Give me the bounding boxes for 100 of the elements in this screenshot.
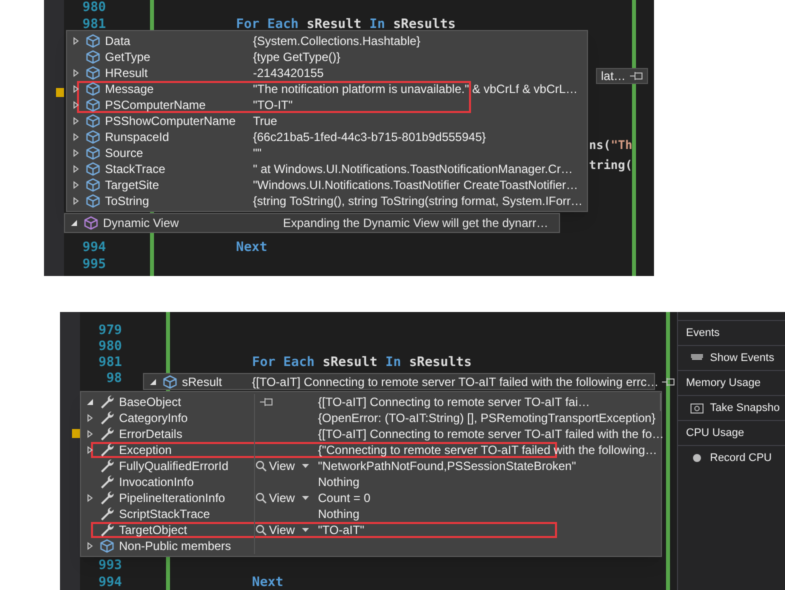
property-name: Non-Public members — [119, 538, 232, 555]
wrench-icon — [99, 442, 115, 458]
property-name: FullyQualifiedErrorId — [119, 458, 230, 475]
cube-icon — [85, 49, 101, 65]
property-value: {OpenError: (TO-aIT:String) [], PSRemotingTransportException} — [318, 410, 656, 427]
property-name: Source — [105, 145, 144, 162]
property-value: " at Windows.UI.Notifications.ToastNotificationManager.Cr… — [253, 161, 573, 178]
property-value: {[TO-aIT] Connecting to remote server TO-aIT failed with the fo… — [318, 426, 664, 443]
cube-icon — [85, 145, 101, 161]
expand-arrow-icon[interactable] — [85, 429, 95, 439]
line-number: 980 — [98, 338, 122, 356]
line-number: 981 — [98, 354, 122, 372]
expand-arrow-icon[interactable] — [85, 541, 95, 551]
line-number: 98 — [105, 370, 122, 388]
wrench-icon — [99, 426, 115, 442]
wrench-icon — [99, 490, 115, 506]
wrench-icon — [99, 522, 115, 538]
caret-icon — [300, 494, 310, 502]
expand-arrow-icon[interactable] — [71, 180, 81, 190]
code-keyword: For Each — [236, 16, 299, 34]
expand-arrow-icon[interactable] — [71, 116, 81, 126]
property-name: StackTrace — [105, 161, 166, 178]
collapse-arrow-icon[interactable] — [69, 218, 79, 228]
pin-icon — [628, 71, 643, 81]
wrench-icon — [99, 394, 115, 410]
caret-icon — [300, 462, 310, 470]
property-value: "NetworkPathNotFound,PSSessionStateBroken" — [318, 458, 576, 475]
magnifier-icon — [255, 524, 267, 536]
section-header: Memory Usage — [678, 370, 785, 395]
expand-arrow-icon[interactable] — [71, 196, 81, 206]
property-name: Exception — [119, 442, 173, 459]
property-name: RunspaceId — [105, 129, 170, 146]
cube-icon — [85, 161, 101, 177]
expand-arrow-icon[interactable] — [71, 148, 81, 158]
cube-icon — [85, 177, 101, 193]
property-value: "The notification platform is unavailable." & vbCrLf & vbCrL… — [253, 81, 578, 98]
code-text: sResults — [393, 16, 456, 34]
expand-arrow-icon[interactable] — [71, 164, 81, 174]
collapse-arrow-icon[interactable] — [85, 397, 95, 407]
section-header: Events — [678, 320, 785, 345]
property-name: ScriptStackTrace — [119, 506, 211, 523]
property-name: ToString — [105, 193, 150, 210]
property-value: True — [253, 113, 278, 130]
cube-icon — [85, 129, 101, 145]
expand-arrow-icon[interactable] — [85, 493, 95, 503]
collapse-arrow-icon[interactable] — [148, 376, 158, 386]
property-name: GetType — [105, 49, 152, 66]
expand-arrow-icon[interactable] — [71, 36, 81, 46]
property-name: HResult — [105, 65, 149, 82]
value-field[interactable]: {[TO-aIT] Connecting to remote server TO-aIT fai… — [318, 393, 661, 411]
property-value: "TO-IT" — [253, 97, 293, 114]
line-number: 979 — [98, 322, 122, 340]
line-number: 981 — [82, 16, 106, 34]
code-text: sResult — [322, 354, 378, 372]
wrench-icon — [99, 474, 115, 490]
expand-arrow-icon[interactable] — [71, 68, 81, 78]
line-number: 994 — [82, 238, 106, 257]
code-text: "Th — [610, 137, 632, 154]
expand-arrow-icon[interactable] — [71, 132, 81, 142]
action-link[interactable]: Take Snapsho — [710, 400, 780, 416]
line-number: 993 — [98, 556, 122, 575]
property-name: InvocationInfo — [119, 474, 195, 491]
expand-arrow-icon[interactable] — [85, 445, 95, 455]
property-value: {System.Collections.Hashtable} — [253, 33, 420, 50]
cube-icon — [99, 538, 115, 554]
view-button[interactable]: View — [255, 521, 310, 539]
magnifier-icon — [255, 460, 267, 472]
property-value: {type GetType()} — [253, 49, 340, 66]
view-button[interactable]: View — [255, 489, 310, 507]
cube-icon — [85, 97, 101, 113]
wrench-icon — [99, 506, 115, 522]
property-value: -2143420155 — [253, 65, 324, 82]
action-link[interactable]: Record CPU — [710, 450, 772, 466]
line-number: 980 — [82, 0, 106, 17]
property-name: sResult — [182, 374, 224, 390]
property-value: Nothing — [318, 506, 360, 523]
view-button[interactable]: View — [255, 457, 310, 475]
code-text: tring( — [589, 157, 632, 174]
cube-icon — [85, 65, 101, 81]
property-name: Message — [105, 81, 155, 98]
line-number: 995 — [82, 256, 106, 274]
breakpoint-marker — [72, 429, 80, 438]
cube-icon — [85, 81, 101, 97]
code-keyword: In — [385, 354, 402, 372]
property-name: CategoryInfo — [119, 410, 189, 427]
property-value: "TO-aIT" — [318, 522, 364, 539]
expand-arrow-icon[interactable] — [71, 84, 81, 94]
cube-icon — [85, 33, 101, 49]
property-value: "" — [253, 145, 262, 162]
expand-arrow-icon[interactable] — [85, 413, 95, 423]
code-keyword: For Each — [252, 354, 315, 372]
cube-icon — [83, 215, 99, 231]
action-link[interactable]: Show Events — [710, 350, 774, 366]
wrench-icon — [99, 410, 115, 426]
caret-icon — [300, 526, 310, 534]
expand-arrow-icon[interactable] — [71, 100, 81, 110]
section-header: CPU Usage — [678, 420, 785, 445]
property-value: {string ToString(), string ToString(string format, System.IForr… — [253, 193, 583, 210]
record-icon — [690, 451, 704, 465]
property-name: PSShowComputerName — [105, 113, 237, 130]
